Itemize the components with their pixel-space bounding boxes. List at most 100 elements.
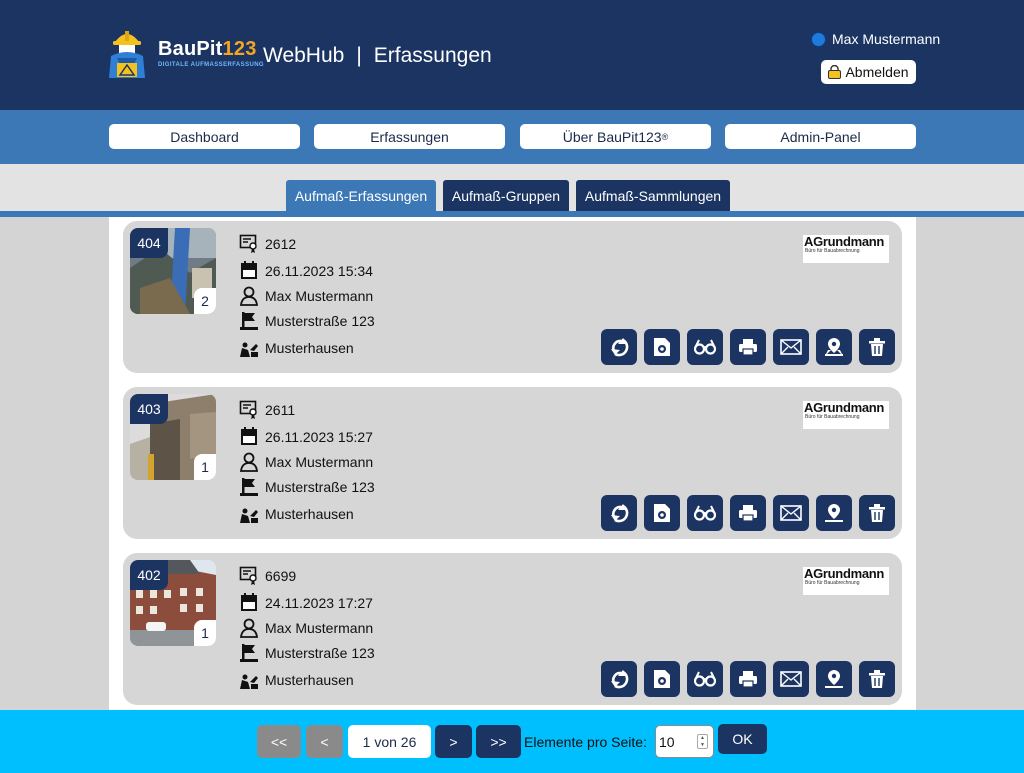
view-document-button[interactable] (644, 661, 680, 697)
record-user: Max Mustermann (265, 288, 374, 304)
brand: BauPit123 DIGITALE AUFMASSERFASSUNG (158, 38, 264, 68)
first-page-button[interactable]: << (257, 725, 301, 758)
tab-aufmass-sammlungen[interactable]: Aufmaß-Sammlungen (576, 180, 730, 211)
next-page-button[interactable]: > (435, 725, 472, 758)
calendar-icon (238, 260, 260, 282)
record-street: Musterstraße 123 (265, 645, 375, 661)
app-header: BauPit123 DIGITALE AUFMASSERFASSUNG WebH… (0, 0, 1024, 110)
record-id-badge: 404 (130, 228, 168, 258)
mail-icon (780, 339, 802, 355)
street-flag-icon (238, 310, 260, 332)
field-number: 2611 (238, 399, 295, 421)
prev-page-button[interactable]: < (306, 725, 343, 758)
nav-about-label: Über BauPit123 (562, 128, 662, 145)
record-id-badge: 402 (130, 560, 168, 590)
brand-name: BauPit123 (158, 38, 257, 60)
user-icon (238, 285, 260, 307)
section-name: Erfassungen (373, 44, 492, 67)
pagination-bar: << < 1 von 26 > >> Elemente pro Seite: 1… (0, 710, 1024, 773)
sync-icon (611, 338, 629, 357)
record-card[interactable]: 402 1 6699 24.11.2023 17:27 Max Musterma… (123, 553, 902, 705)
field-number: 2612 (238, 233, 296, 255)
delete-button[interactable] (859, 495, 895, 531)
record-actions (601, 661, 895, 697)
registered-mark: ® (661, 131, 669, 142)
nav-dashboard-label: Dashboard (170, 128, 239, 145)
company-name: AGrundmann (804, 234, 885, 249)
company-name: AGrundmann (804, 400, 885, 415)
ok-button[interactable]: OK (718, 724, 767, 754)
map-pin-icon (825, 338, 843, 356)
nav-about[interactable]: Über BauPit123 ® (520, 124, 711, 149)
record-datetime: 26.11.2023 15:34 (265, 263, 373, 279)
nav-dashboard[interactable]: Dashboard (109, 124, 300, 149)
record-city: Musterhausen (265, 672, 354, 688)
nav-erfassungen[interactable]: Erfassungen (314, 124, 505, 149)
map-button[interactable] (816, 495, 852, 531)
view-document-button[interactable] (644, 329, 680, 365)
delete-button[interactable] (859, 661, 895, 697)
glasses-icon (694, 505, 716, 521)
last-page-button[interactable]: >> (476, 725, 521, 758)
nav-admin-panel[interactable]: Admin-Panel (725, 124, 916, 149)
title-separator: | (356, 44, 362, 67)
record-user: Max Mustermann (265, 454, 374, 470)
record-number: 2611 (265, 402, 296, 418)
print-button[interactable] (730, 661, 766, 697)
tab-aufmass-gruppen[interactable]: Aufmaß-Gruppen (443, 180, 569, 211)
field-number: 6699 (238, 565, 296, 587)
form-number-icon (238, 399, 260, 421)
email-button[interactable] (773, 661, 809, 697)
sync-icon (611, 504, 629, 523)
user-icon (238, 451, 260, 473)
tab-label: Aufmaß-Gruppen (451, 187, 561, 204)
record-datetime: 24.11.2023 17:27 (265, 595, 373, 611)
sync-button[interactable] (601, 661, 637, 697)
record-card[interactable]: 404 2 2612 26.11.2023 15:34 Max Musterma… (123, 221, 902, 373)
field-user: Max Mustermann (238, 285, 373, 307)
preview-button[interactable] (687, 495, 723, 531)
print-button[interactable] (730, 495, 766, 531)
preview-button[interactable] (687, 661, 723, 697)
print-icon (739, 505, 757, 522)
photo-count-badge: 1 (194, 620, 216, 646)
form-number-icon (238, 233, 260, 255)
glasses-icon (694, 671, 716, 687)
spin-up-icon[interactable]: ▲ (700, 735, 705, 741)
print-button[interactable] (730, 329, 766, 365)
sub-tabs-bar: Aufmaß-Erfassungen Aufmaß-Gruppen Aufmaß… (0, 164, 1024, 211)
view-document-button[interactable] (644, 495, 680, 531)
delete-button[interactable] (859, 329, 895, 365)
logout-button[interactable]: Abmelden (821, 60, 916, 84)
sync-button[interactable] (601, 495, 637, 531)
record-card[interactable]: 403 1 2611 26.11.2023 15:27 Max Musterma… (123, 387, 902, 539)
company-logo: AGrundmann Büro für Bauabrechnung (803, 567, 889, 595)
record-id-badge: 403 (130, 394, 168, 424)
email-button[interactable] (773, 495, 809, 531)
city-icon (238, 669, 260, 691)
map-button[interactable] (816, 661, 852, 697)
field-city: Musterhausen (238, 669, 354, 691)
company-logo: AGrundmann Büro für Bauabrechnung (803, 235, 889, 263)
field-city: Musterhausen (238, 503, 354, 525)
lock-icon (828, 65, 842, 79)
preview-button[interactable] (687, 329, 723, 365)
map-button[interactable] (816, 329, 852, 365)
trash-icon (869, 338, 885, 356)
user-icon (238, 617, 260, 639)
brand-tagline: DIGITALE AUFMASSERFASSUNG (158, 62, 265, 68)
per-page-input[interactable]: 10 ▲ ▼ (655, 725, 714, 758)
email-button[interactable] (773, 329, 809, 365)
records-list: 404 2 2612 26.11.2023 15:34 Max Musterma… (109, 217, 916, 710)
number-spinner[interactable]: ▲ ▼ (697, 734, 708, 749)
street-flag-icon (238, 642, 260, 664)
baupit-logo[interactable] (106, 28, 148, 80)
record-number: 2612 (265, 236, 297, 252)
record-street: Musterstraße 123 (265, 479, 375, 495)
tab-aufmass-erfassungen[interactable]: Aufmaß-Erfassungen (286, 180, 436, 211)
city-icon (238, 337, 260, 359)
nav-erfassungen-label: Erfassungen (370, 128, 449, 145)
sync-button[interactable] (601, 329, 637, 365)
main-nav: Dashboard Erfassungen Über BauPit123 ® Ad… (0, 110, 1024, 164)
spin-down-icon[interactable]: ▼ (700, 742, 705, 748)
